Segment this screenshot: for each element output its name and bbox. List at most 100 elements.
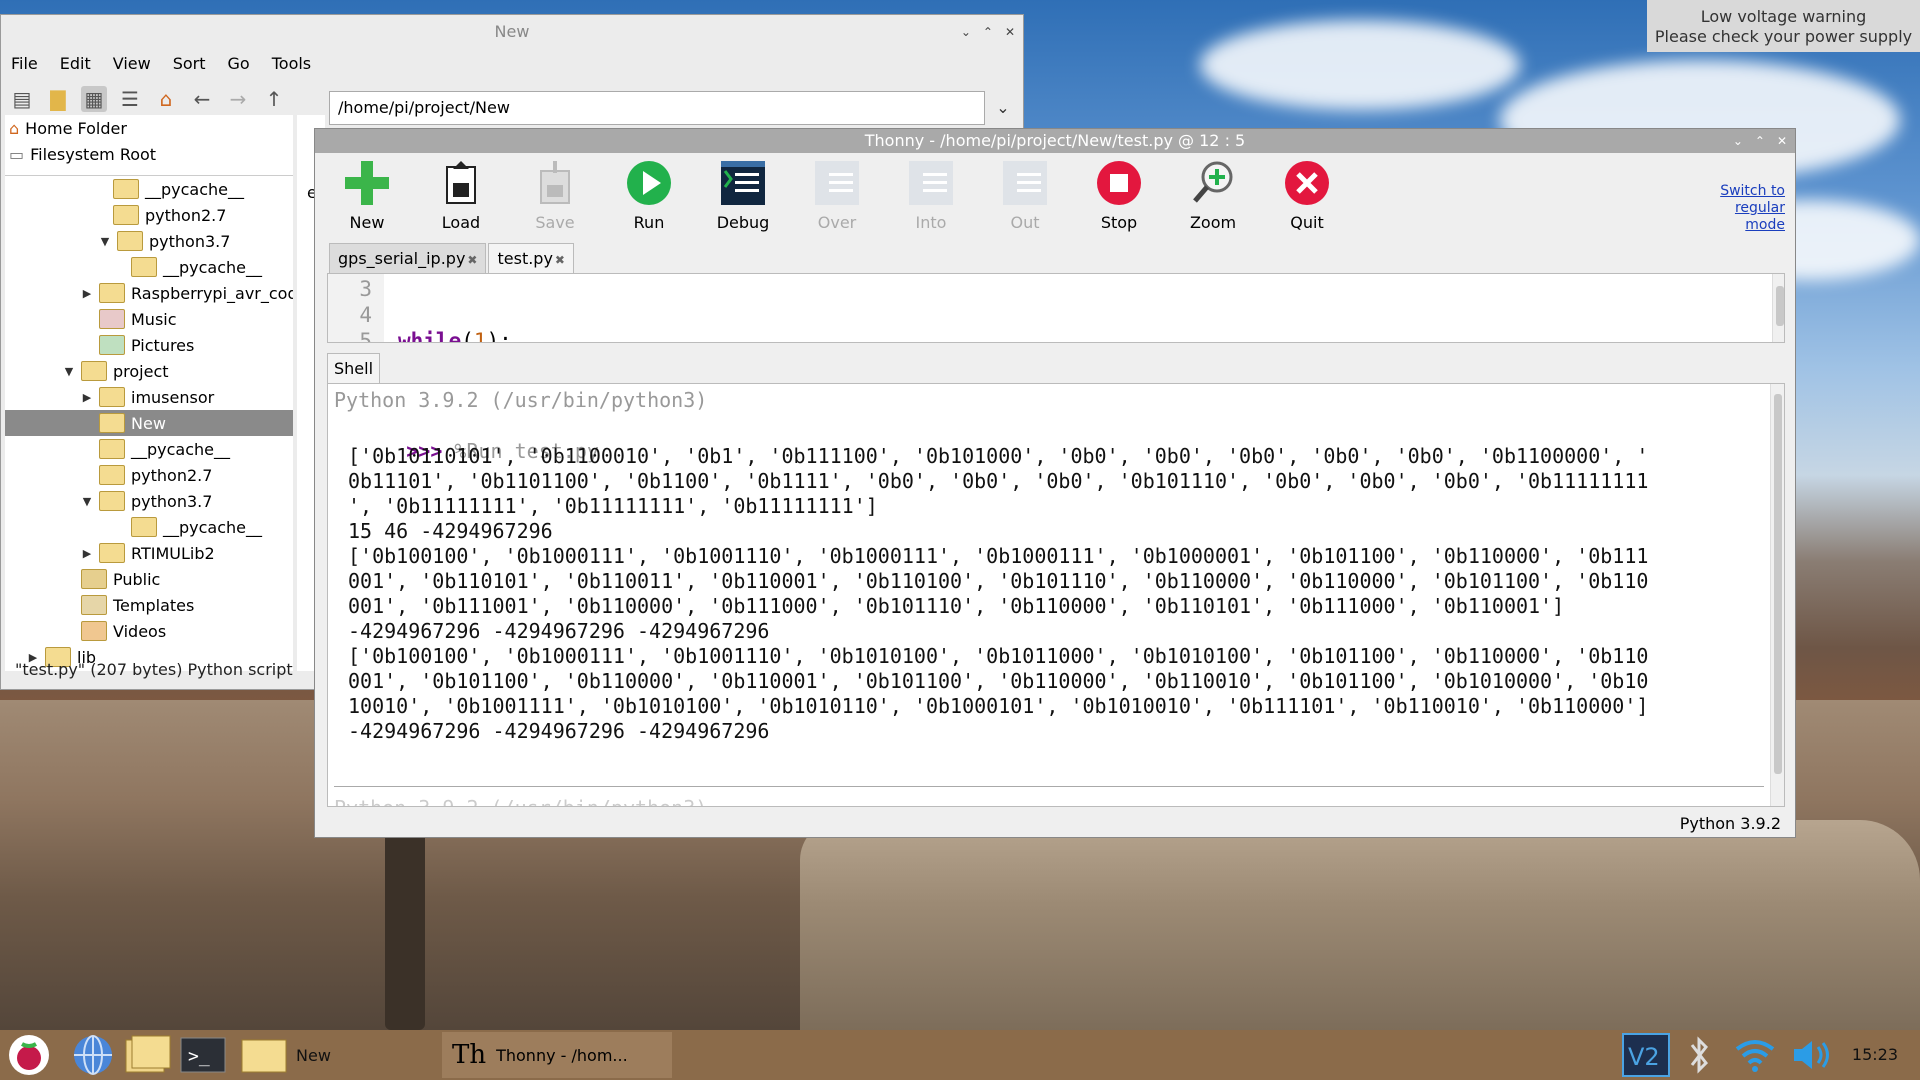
thonny-toolbar: New Load Save Run Debug Over Into Out St… <box>315 153 1795 257</box>
vnc-tray-button[interactable]: V2 <box>1622 1033 1670 1077</box>
tree-item-rtimulib2[interactable]: ▶ RTIMULib2 <box>81 540 215 566</box>
cloud <box>1200 20 1520 110</box>
file-manager-titlebar[interactable]: New ⌄ ⌃ ✕ <box>1 15 1023 49</box>
tree-item-python27[interactable]: python2.7 <box>99 462 212 488</box>
tree-item-pycache[interactable]: __pycache__ <box>113 176 244 202</box>
tree-item-label: python3.7 <box>149 231 231 251</box>
minimize-icon[interactable]: ⌄ <box>961 15 971 49</box>
tree-item-pycache[interactable]: __pycache__ <box>131 514 262 540</box>
menu-go[interactable]: Go <box>228 54 250 73</box>
minimize-icon[interactable]: ⌄ <box>1733 129 1743 153</box>
close-icon[interactable]: ✕ <box>1777 129 1787 153</box>
taskbar-folder-new[interactable]: New <box>240 1034 331 1076</box>
tree-item-pictures[interactable]: Pictures <box>81 332 194 358</box>
folder-icon <box>113 205 139 225</box>
terminal-button[interactable]: >_ <box>180 1034 226 1076</box>
stop-button[interactable]: Stop <box>1079 159 1159 232</box>
chevron-down-icon[interactable]: ⌄ <box>991 91 1015 125</box>
icon-view-icon[interactable]: ▦ <box>81 86 107 112</box>
tab-label: gps_serial_ip.py <box>338 249 466 268</box>
thonny-titlebar[interactable]: Thonny - /home/pi/project/New/test.py @ … <box>315 129 1795 153</box>
tool-label: Into <box>915 213 947 232</box>
clock[interactable]: 15:23 <box>1852 1030 1898 1080</box>
quit-icon <box>1283 159 1331 207</box>
tree-item-python27[interactable]: python2.7 <box>113 202 226 228</box>
tree-item-new[interactable]: New <box>81 410 166 436</box>
tree-item-label: Pictures <box>131 335 195 355</box>
menu-view[interactable]: View <box>113 54 151 73</box>
expand-down-icon[interactable]: ▼ <box>81 495 93 508</box>
place-filesystem-root[interactable]: ▭ Filesystem Root <box>5 141 293 167</box>
tool-label: Load <box>441 213 481 232</box>
low-voltage-notification[interactable]: Low voltage warning Please check your po… <box>1647 0 1920 52</box>
up-icon[interactable]: ↑ <box>261 86 287 112</box>
new-folder-icon[interactable]: ▇ <box>45 86 71 112</box>
tree-item-python37[interactable]: ▼ python3.7 <box>99 228 230 254</box>
expand-right-icon[interactable]: ▶ <box>81 391 93 404</box>
maximize-icon[interactable]: ⌃ <box>1755 129 1765 153</box>
menu-tools[interactable]: Tools <box>272 54 311 73</box>
maximize-icon[interactable]: ⌃ <box>983 15 993 49</box>
web-browser-button[interactable] <box>72 1034 114 1076</box>
step-into-button[interactable]: Into <box>891 159 971 232</box>
wifi-tray-button[interactable] <box>1734 1034 1776 1076</box>
tree-item-project[interactable]: ▼ project <box>63 358 169 384</box>
quit-button[interactable]: Quit <box>1267 159 1347 232</box>
thonny-window: Thonny - /home/pi/project/New/test.py @ … <box>314 128 1796 838</box>
scrollbar-thumb[interactable] <box>1776 286 1784 326</box>
tree-item-imusensor[interactable]: ▶ imusensor <box>81 384 214 410</box>
close-icon[interactable]: ✕ <box>1005 15 1015 49</box>
close-tab-icon[interactable]: ✖ <box>555 253 565 267</box>
menu-file[interactable]: File <box>11 54 38 73</box>
link-line: mode <box>1745 217 1785 233</box>
tree-item-raspberrypi-avr-code[interactable]: ▶ Raspberrypi_avr_code <box>81 280 293 306</box>
expand-right-icon[interactable]: ▶ <box>81 287 93 300</box>
expand-right-icon[interactable]: ▶ <box>81 547 93 560</box>
tree-item-label: python3.7 <box>131 491 213 511</box>
menu-edit[interactable]: Edit <box>60 54 91 73</box>
file-manager-button[interactable] <box>124 1034 172 1076</box>
switch-to-regular-mode-link[interactable]: Switch to regular mode <box>1720 183 1785 234</box>
step-out-button[interactable]: Out <box>985 159 1065 232</box>
forward-icon[interactable]: → <box>225 86 251 112</box>
tree-item-public[interactable]: Public <box>63 566 160 592</box>
tree-item-videos[interactable]: Videos <box>63 618 166 644</box>
tab-gps-serial-ip[interactable]: gps_serial_ip.py ✖ <box>329 243 487 273</box>
tree-item-music[interactable]: Music <box>81 306 177 332</box>
home-icon[interactable]: ⌂ <box>153 86 179 112</box>
debug-button[interactable]: Debug <box>703 159 783 232</box>
raspberry-menu-button[interactable] <box>8 1034 50 1076</box>
tree-item-pycache[interactable]: __pycache__ <box>131 254 262 280</box>
list-view-icon[interactable]: ☰ <box>117 86 143 112</box>
code-editor[interactable]: 3 4 5 while(1): while(1): <box>327 273 1785 343</box>
bluetooth-tray-button[interactable] <box>1686 1034 1712 1076</box>
expand-down-icon[interactable]: ▼ <box>99 235 111 248</box>
tree-item-templates[interactable]: Templates <box>63 592 194 618</box>
shell-scrollbar[interactable] <box>1770 384 1784 806</box>
step-over-button[interactable]: Over <box>797 159 877 232</box>
zoom-button[interactable]: Zoom <box>1173 159 1253 232</box>
taskbar-thonny-task[interactable]: Th Thonny - /hom... <box>442 1032 672 1078</box>
taskbar-task-label: Thonny - /hom... <box>496 1045 628 1065</box>
load-button[interactable]: Load <box>421 159 501 232</box>
new-window-icon[interactable]: ▤ <box>9 86 35 112</box>
expand-down-icon[interactable]: ▼ <box>63 365 75 378</box>
back-icon[interactable]: ← <box>189 86 215 112</box>
save-button[interactable]: Save <box>515 159 595 232</box>
menu-sort[interactable]: Sort <box>173 54 206 73</box>
volume-tray-button[interactable] <box>1790 1034 1834 1076</box>
run-button[interactable]: Run <box>609 159 689 232</box>
new-button[interactable]: New <box>327 159 407 232</box>
place-home-folder[interactable]: ⌂ Home Folder <box>5 115 293 141</box>
shell-panel[interactable]: Python 3.9.2 (/usr/bin/python3) >>> %Run… <box>327 383 1785 807</box>
path-input[interactable]: /home/pi/project/New <box>329 91 985 125</box>
tree-item-python37[interactable]: ▼ python3.7 <box>81 488 212 514</box>
editor-scrollbar[interactable] <box>1772 274 1784 342</box>
tab-test-py[interactable]: test.py ✖ <box>488 243 574 273</box>
shell-banner: Python 3.9.2 (/usr/bin/python3) <box>334 388 708 412</box>
tree-item-pycache[interactable]: __pycache__ <box>99 436 230 462</box>
svg-text:>_: >_ <box>188 1046 210 1067</box>
scrollbar-thumb[interactable] <box>1774 394 1782 774</box>
tab-shell[interactable]: Shell <box>327 353 381 383</box>
close-tab-icon[interactable]: ✖ <box>467 253 477 267</box>
